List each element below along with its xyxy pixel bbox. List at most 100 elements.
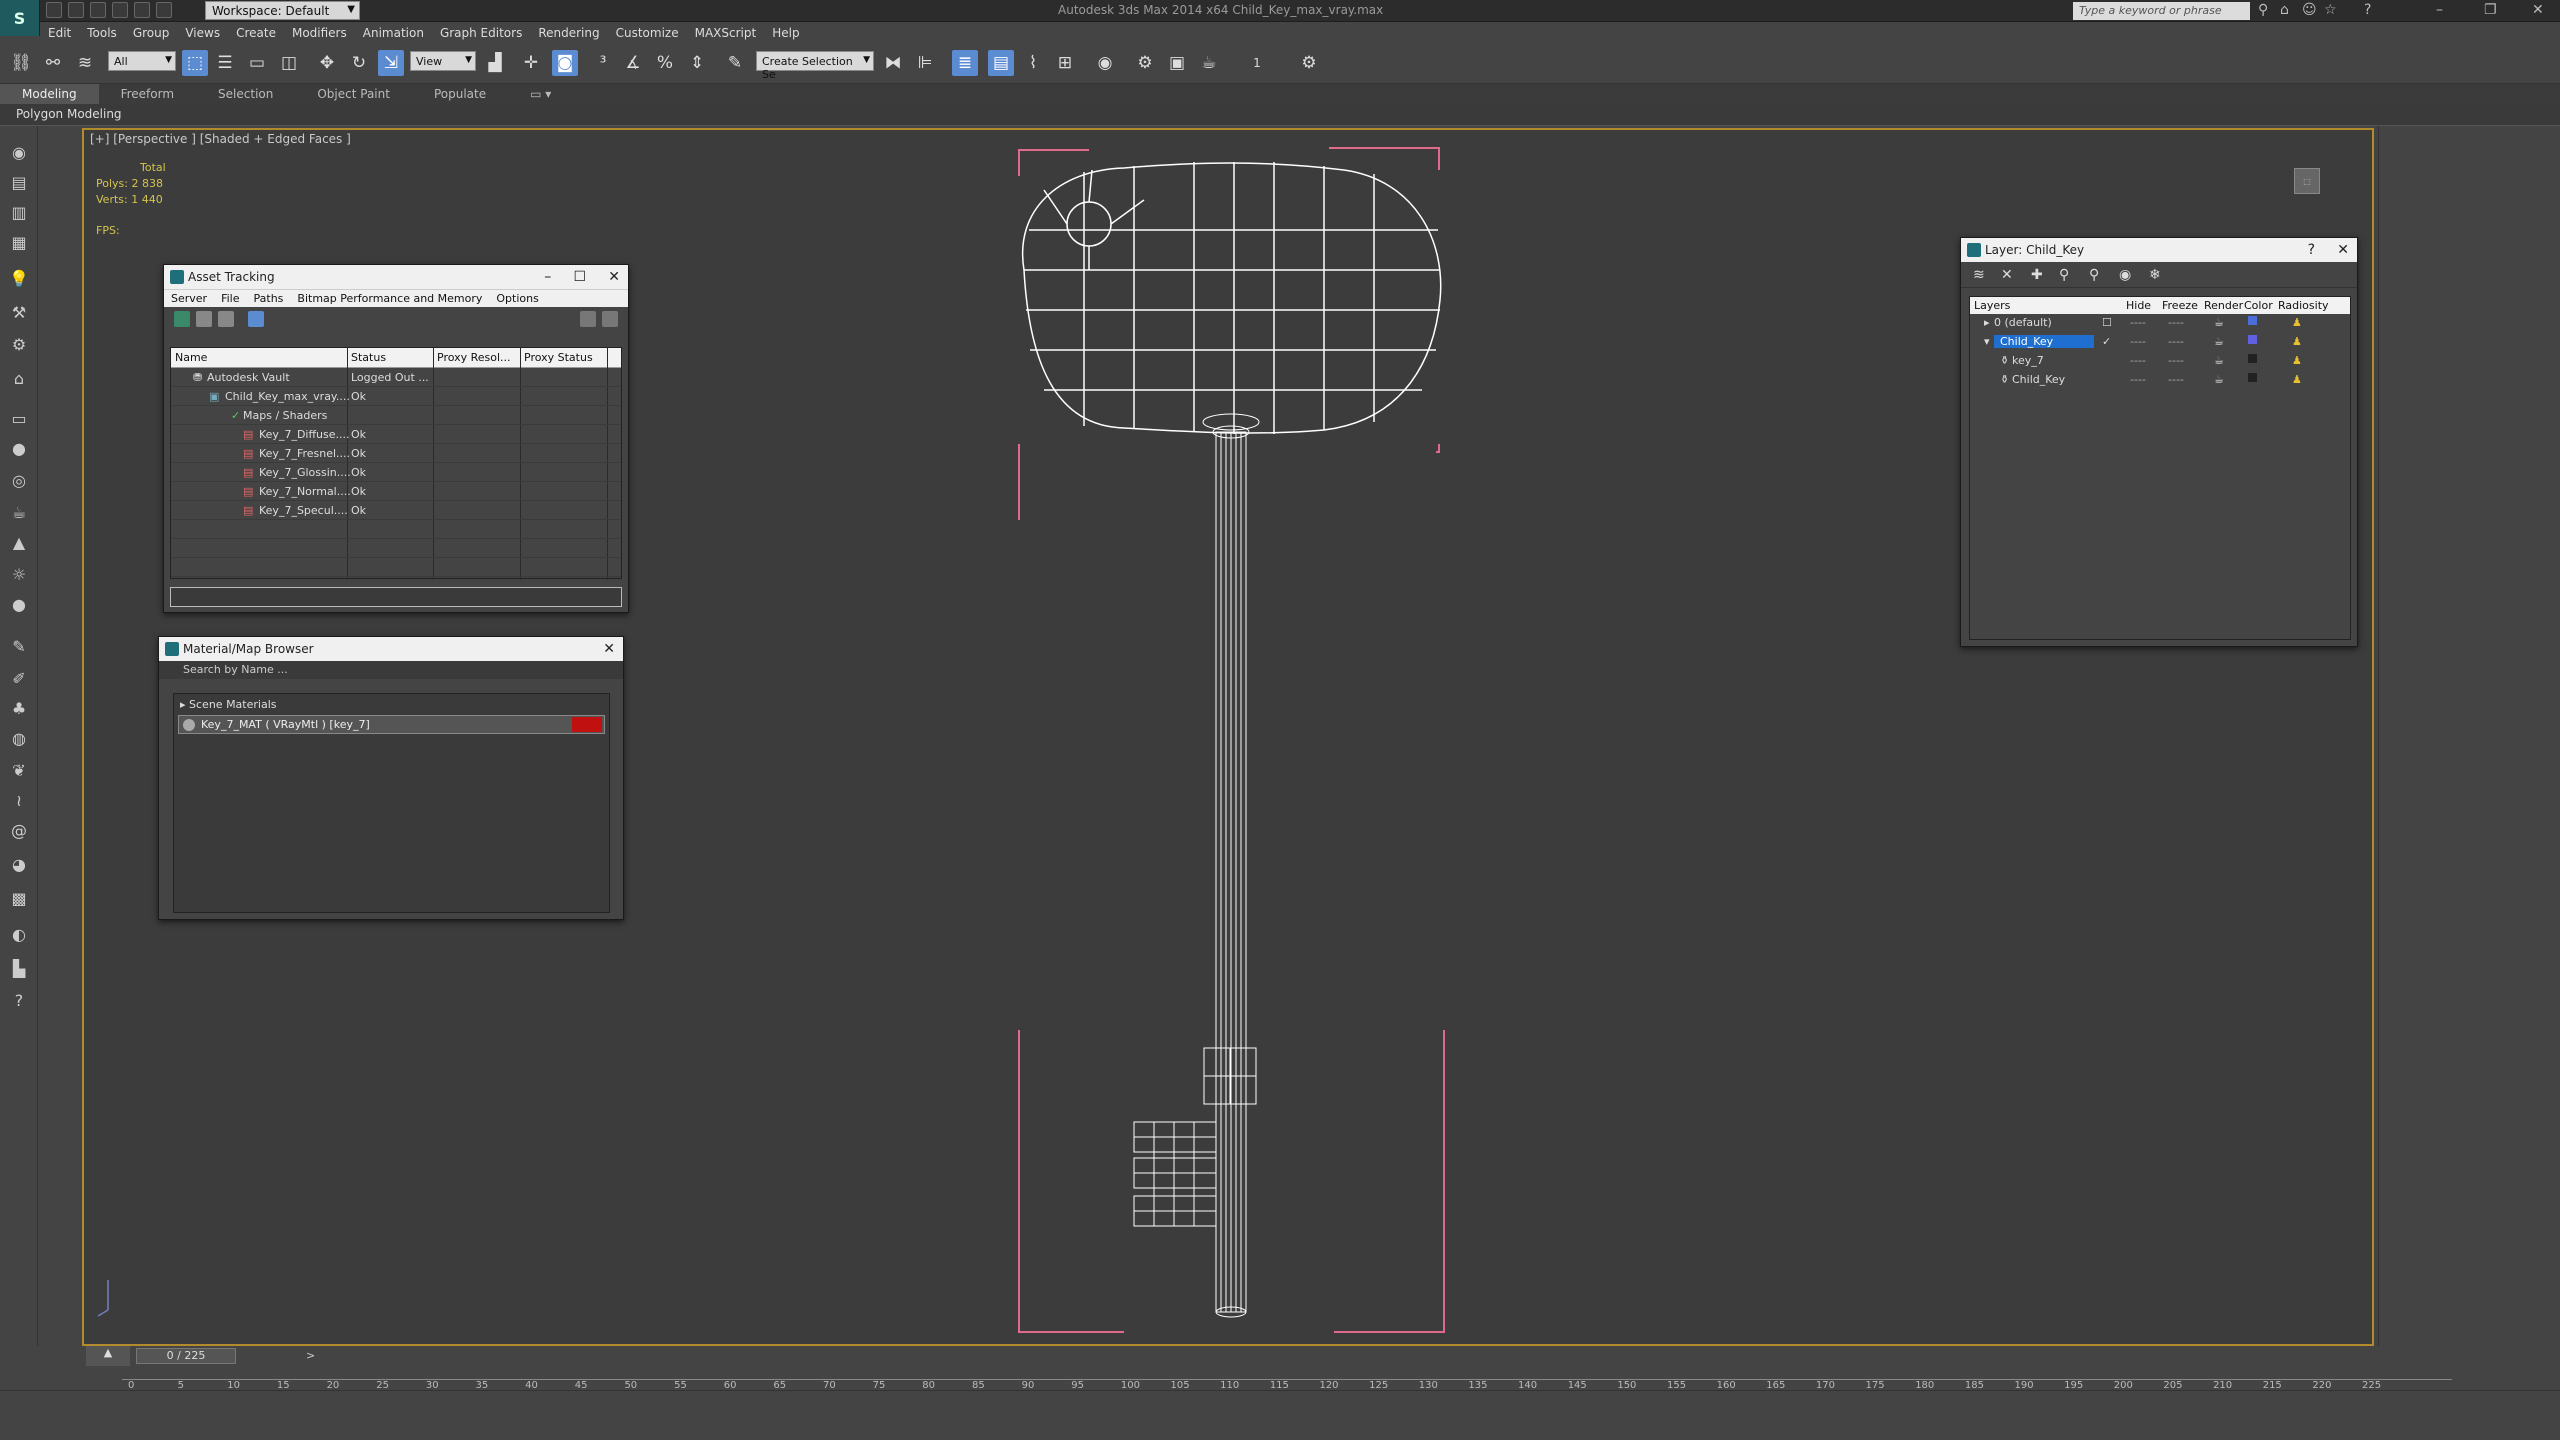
- spinner-snap-icon[interactable]: ⇕: [684, 50, 710, 76]
- select-by-name-icon[interactable]: ☰: [212, 50, 238, 76]
- render-teapot-icon[interactable]: ☕: [2214, 335, 2224, 348]
- app-logo-icon[interactable]: S: [0, 0, 40, 36]
- scene-explorer-icon[interactable]: ▤: [7, 170, 31, 194]
- list-view-icon[interactable]: [196, 311, 212, 327]
- paint-icon[interactable]: ✐: [7, 666, 31, 690]
- menu-server[interactable]: Server: [164, 290, 214, 307]
- render-teapot-icon[interactable]: ☕: [2214, 354, 2224, 367]
- close-icon[interactable]: ✕: [603, 637, 615, 661]
- asset-tracking-titlebar[interactable]: Asset Tracking – ☐ ✕: [164, 265, 628, 289]
- wrench-icon[interactable]: ⚙: [7, 332, 31, 356]
- teapot-icon[interactable]: ☕: [7, 500, 31, 524]
- col-proxy-status[interactable]: Proxy Status: [524, 351, 593, 364]
- material-search-input[interactable]: Search by Name ...: [159, 661, 623, 679]
- percent-snap-icon[interactable]: %: [652, 50, 678, 76]
- layer-row[interactable]: ▸ 0 (default) ☐ ---- ---- ☕ ♟: [1970, 314, 2350, 333]
- table-icon[interactable]: ▦: [7, 230, 31, 254]
- window-controls[interactable]: – ☐ ✕: [544, 265, 620, 289]
- active-layer-icon[interactable]: ☐: [2102, 316, 2112, 329]
- hide-all-icon[interactable]: ◉: [2119, 267, 2131, 283]
- menu-create[interactable]: Create: [228, 22, 284, 44]
- hide-toggle[interactable]: ----: [2130, 316, 2146, 329]
- material-item[interactable]: Key_7_MAT ( VRayMtl ) [key_7]: [178, 715, 605, 734]
- menu-animation[interactable]: Animation: [355, 22, 432, 44]
- highlight-layer-icon[interactable]: ⚲: [2089, 267, 2099, 283]
- select-manipulate-icon[interactable]: ✛: [518, 50, 544, 76]
- render-teapot-icon[interactable]: ☕: [2214, 316, 2224, 329]
- menu-tools[interactable]: Tools: [79, 22, 125, 44]
- select-in-layer-icon[interactable]: ⚲: [2059, 267, 2069, 283]
- undo-icon[interactable]: [112, 2, 128, 18]
- menu-views[interactable]: Views: [177, 22, 228, 44]
- hammer-icon[interactable]: ⚒: [7, 300, 31, 324]
- layer-manager-titlebar[interactable]: Layer: Child_Key ? ✕: [1961, 238, 2357, 262]
- graphite-toggle-icon[interactable]: ▤: [988, 50, 1014, 76]
- layer-expand-icon[interactable]: ▸: [1984, 316, 1990, 329]
- time-slider[interactable]: 0 / 225: [136, 1348, 236, 1364]
- menu-edit[interactable]: Edit: [40, 22, 79, 44]
- help-circle-icon[interactable]: ?: [7, 988, 31, 1012]
- tab-selection[interactable]: Selection: [196, 84, 295, 104]
- asset-path-field[interactable]: [170, 587, 622, 607]
- schematic-view-icon[interactable]: ⊞: [1052, 50, 1078, 76]
- window-crossing-icon[interactable]: ◫: [276, 50, 302, 76]
- grid-view-icon[interactable]: [248, 311, 264, 327]
- col-proxy-resolution[interactable]: Proxy Resol...: [437, 351, 511, 364]
- search-input[interactable]: Type a keyword or phrase: [2073, 2, 2250, 20]
- material-editor-icon[interactable]: ◉: [1092, 50, 1118, 76]
- hide-toggle[interactable]: ----: [2130, 354, 2146, 367]
- viewcube[interactable]: ⬚: [2294, 168, 2320, 194]
- freeze-all-icon[interactable]: ❄: [2149, 267, 2161, 283]
- script-icon[interactable]: ▙: [7, 956, 31, 980]
- radiosity-icon[interactable]: ♟: [2292, 354, 2302, 367]
- col-render[interactable]: Render: [2204, 299, 2243, 312]
- close-icon[interactable]: ✕: [2532, 2, 2544, 18]
- save-file-icon[interactable]: [90, 2, 106, 18]
- tab-freeform[interactable]: Freeform: [99, 84, 196, 104]
- menu-modifiers[interactable]: Modifiers: [284, 22, 355, 44]
- binoculars-icon[interactable]: ⚲: [2258, 2, 2268, 18]
- layer-row[interactable]: ⚱ Child_Key ---- ---- ☕ ♟: [1970, 371, 2350, 390]
- radiosity-icon[interactable]: ♟: [2292, 373, 2302, 386]
- bind-space-warp-icon[interactable]: ≋: [72, 50, 98, 76]
- hide-toggle[interactable]: ----: [2130, 373, 2146, 386]
- layer-icon[interactable]: ▥: [7, 200, 31, 224]
- render-production-icon[interactable]: ☕: [1196, 50, 1222, 76]
- user-icon[interactable]: ☺: [2302, 2, 2317, 18]
- table-row[interactable]: ⛃ Autodesk Vault Logged Out ...: [171, 368, 621, 387]
- favorites-icon[interactable]: ☆: [2324, 2, 2337, 18]
- table-row[interactable]: ▤ Key_7_Normal.... Ok: [171, 482, 621, 501]
- menu-group[interactable]: Group: [125, 22, 178, 44]
- col-status[interactable]: Status: [351, 351, 386, 364]
- layer-color-swatch[interactable]: [2248, 373, 2257, 382]
- keyboard-shortcut-override-icon[interactable]: ◙: [552, 50, 578, 76]
- sun-icon[interactable]: ☼: [7, 562, 31, 586]
- globe-icon[interactable]: ◍: [7, 726, 31, 750]
- col-freeze[interactable]: Freeze: [2162, 299, 2198, 312]
- table-row[interactable]: ▤ Key_7_Diffuse.... Ok: [171, 425, 621, 444]
- layers-icon[interactable]: ≋: [1973, 267, 1985, 283]
- restore-icon[interactable]: ❐: [2484, 2, 2497, 18]
- col-hide[interactable]: Hide: [2126, 299, 2151, 312]
- tab-modeling[interactable]: Modeling: [0, 84, 99, 104]
- rectangular-selection-icon[interactable]: ▭: [244, 50, 270, 76]
- selection-filter-dropdown[interactable]: All ▼: [108, 51, 176, 71]
- menu-maxscript[interactable]: MAXScript: [687, 22, 765, 44]
- ribbon-options-icon[interactable]: ▭ ▾: [508, 84, 573, 104]
- help-icon[interactable]: ?: [2364, 2, 2371, 18]
- select-and-move-icon[interactable]: ✥: [314, 50, 340, 76]
- minimize-icon[interactable]: –: [2436, 2, 2443, 18]
- select-and-rotate-icon[interactable]: ↻: [346, 50, 372, 76]
- layer-color-swatch[interactable]: [2248, 354, 2257, 363]
- active-layer-check-icon[interactable]: ✓: [2102, 335, 2111, 348]
- torus-icon[interactable]: ◎: [7, 468, 31, 492]
- cone-icon[interactable]: ▲: [7, 530, 31, 554]
- reference-coordinate-dropdown[interactable]: View ▼: [410, 51, 476, 71]
- table-row[interactable]: ▤ Key_7_Specul.... Ok: [171, 501, 621, 520]
- pivot-center-icon[interactable]: ▟: [482, 50, 508, 76]
- menu-help[interactable]: Help: [764, 22, 807, 44]
- layer-color-swatch[interactable]: [2248, 316, 2257, 325]
- select-and-link-icon[interactable]: ⛓: [8, 50, 34, 76]
- refresh-icon[interactable]: [174, 311, 190, 327]
- radiosity-icon[interactable]: ♟: [2292, 316, 2302, 329]
